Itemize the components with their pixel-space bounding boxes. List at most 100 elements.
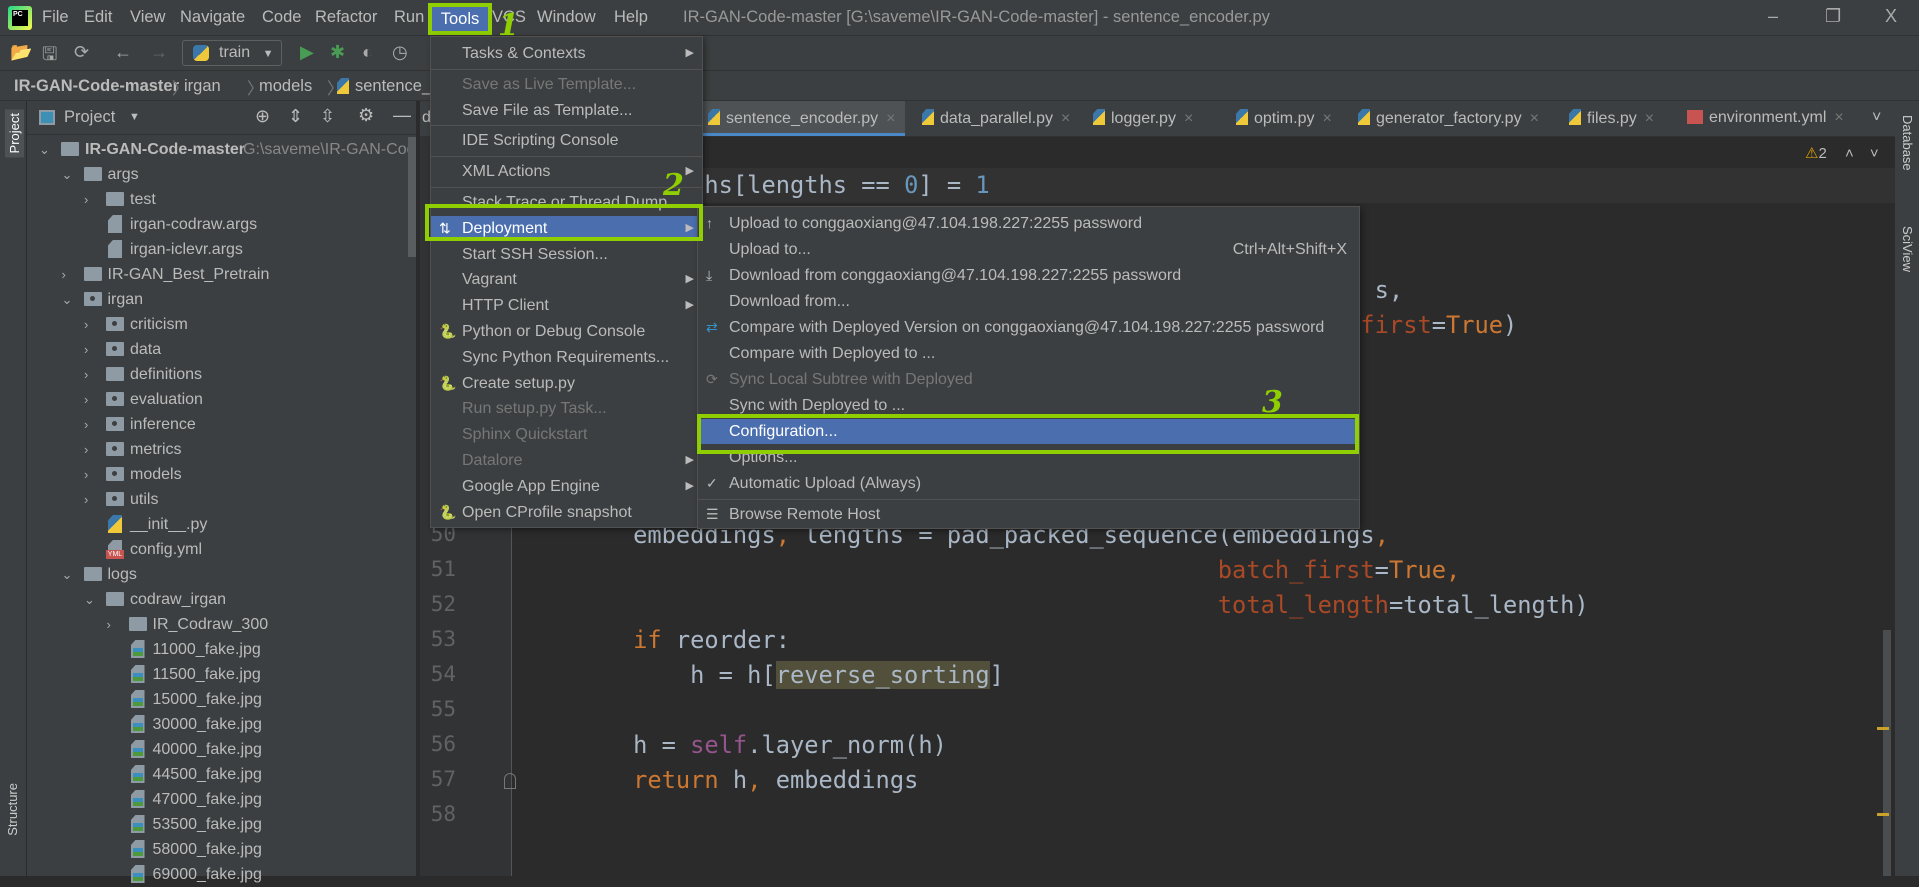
tree-item[interactable]: 30000_fake.jpg bbox=[27, 712, 408, 737]
close-tab-icon[interactable]: × bbox=[1184, 110, 1193, 127]
menu-item-automatic-upload-always[interactable]: ✓ Automatic Upload (Always) bbox=[698, 471, 1359, 496]
sync-icon[interactable]: ⟳ bbox=[74, 42, 89, 63]
expand-all-icon[interactable]: ⇕ bbox=[288, 106, 303, 127]
tree-item[interactable]: › criticism bbox=[27, 312, 408, 337]
close-tab-icon[interactable]: × bbox=[886, 110, 895, 127]
tree-item[interactable]: ⌄ irgan bbox=[27, 287, 408, 312]
next-highlight-icon[interactable]: ˅ bbox=[1870, 145, 1879, 162]
menu-item-vagrant[interactable]: Vagrant ▶ bbox=[431, 267, 702, 292]
menu-refactor[interactable]: Refactor bbox=[315, 8, 377, 27]
chevron-right-icon[interactable]: › bbox=[84, 412, 88, 437]
tree-item[interactable]: › definitions bbox=[27, 362, 408, 387]
run-configuration-dropdown[interactable]: train ▼ bbox=[182, 40, 282, 66]
tree-item[interactable]: YML config.yml bbox=[27, 537, 408, 562]
menu-item-download-from[interactable]: Download from... bbox=[698, 289, 1359, 314]
chevron-right-icon[interactable]: › bbox=[62, 262, 66, 287]
menu-code[interactable]: Code bbox=[262, 8, 301, 27]
code-line[interactable]: h = h[reverse_sorting] bbox=[519, 658, 1004, 693]
tab-environment-yml[interactable]: environment.yml × bbox=[1677, 101, 1854, 136]
menu-item-compare-with-deployed-version-on-conggaoxiang-47-104-198-227-2255-password[interactable]: ⇄ Compare with Deployed Version on congga… bbox=[698, 315, 1359, 340]
minimize-button[interactable]: – bbox=[1768, 6, 1778, 27]
menu-item-create-setup-py[interactable]: 🐍 Create setup.py bbox=[431, 371, 702, 396]
tab-sentence-encoder-py[interactable]: sentence_encoder.py × bbox=[698, 101, 906, 136]
chevron-right-icon[interactable]: › bbox=[84, 312, 88, 337]
database-tool-button[interactable]: Database bbox=[1900, 115, 1915, 171]
menu-item-sync-python-requirements[interactable]: Sync Python Requirements... bbox=[431, 345, 702, 370]
tree-item[interactable]: › models bbox=[27, 462, 408, 487]
tree-item[interactable]: › data bbox=[27, 337, 408, 362]
tree-item[interactable]: 11000_fake.jpg bbox=[27, 637, 408, 662]
tab-files-py[interactable]: files.py × bbox=[1559, 101, 1664, 136]
menu-window[interactable]: Window bbox=[537, 8, 596, 27]
menu-item-upload-to[interactable]: Upload to... Ctrl+Alt+Shift+X bbox=[698, 237, 1359, 262]
debug-icon[interactable]: ✱ bbox=[330, 42, 345, 63]
menu-edit[interactable]: Edit bbox=[84, 8, 112, 27]
chevron-right-icon[interactable]: › bbox=[84, 387, 88, 412]
locate-icon[interactable]: ⊕ bbox=[255, 106, 270, 127]
chevron-down-icon[interactable]: ⌄ bbox=[62, 562, 73, 587]
breadcrumb-item[interactable]: IR-GAN-Code-master bbox=[14, 77, 179, 96]
tree-item[interactable]: 15000_fake.jpg bbox=[27, 687, 408, 712]
tree-item[interactable]: › utils bbox=[27, 487, 408, 512]
menu-item-http-client[interactable]: HTTP Client ▶ bbox=[431, 293, 702, 318]
tree-item[interactable]: ⌄ logs bbox=[27, 562, 408, 587]
chevron-down-icon[interactable]: ⌄ bbox=[39, 137, 50, 162]
warning-marker[interactable] bbox=[1877, 813, 1889, 816]
warning-marker[interactable] bbox=[1877, 727, 1889, 730]
chevron-right-icon[interactable]: › bbox=[84, 362, 88, 387]
editor-scrollbar[interactable] bbox=[1883, 630, 1891, 876]
close-button[interactable]: X bbox=[1885, 6, 1897, 27]
tree-item[interactable]: › inference bbox=[27, 412, 408, 437]
close-tab-icon[interactable]: × bbox=[1322, 110, 1331, 127]
tree-item[interactable]: ⌄ IR-GAN-Code-master G:\saveme\IR-GAN-Cod bbox=[27, 137, 415, 162]
tree-item[interactable]: ⌄ args bbox=[27, 162, 408, 187]
panel-title[interactable]: Project bbox=[64, 108, 115, 127]
inspection-widget[interactable]: ⚠2 ˄ ˅ bbox=[1805, 144, 1879, 162]
menu-tools[interactable]: Tools bbox=[428, 3, 492, 35]
menu-item-download-from-conggaoxiang-47-104-198-227-2255-password[interactable]: ⤓ Download from conggaoxiang@47.104.198.2… bbox=[698, 263, 1359, 288]
back-icon[interactable]: ← bbox=[114, 42, 132, 63]
code-line[interactable]: return h, embeddings bbox=[519, 763, 918, 798]
structure-tool-button[interactable]: Structure bbox=[5, 783, 20, 836]
menu-item-compare-with-deployed-to[interactable]: Compare with Deployed to ... bbox=[698, 341, 1359, 366]
menu-item-python-or-debug-console[interactable]: 🐍 Python or Debug Console bbox=[431, 319, 702, 344]
forward-icon[interactable]: → bbox=[150, 42, 168, 63]
profile-icon[interactable]: ◷ bbox=[392, 42, 408, 63]
chevron-right-icon[interactable]: › bbox=[84, 187, 88, 212]
chevron-down-icon[interactable]: ⌄ bbox=[62, 287, 73, 312]
chevron-down-icon[interactable]: ⌄ bbox=[62, 162, 73, 187]
code-line[interactable]: batch_first=True, bbox=[519, 553, 1460, 588]
code-line[interactable]: total_length=total_length) bbox=[519, 588, 1589, 623]
menu-item-browse-remote-host[interactable]: ☰ Browse Remote Host bbox=[698, 502, 1359, 527]
tree-item[interactable]: 53500_fake.jpg bbox=[27, 812, 408, 837]
tree-item[interactable]: 44500_fake.jpg bbox=[27, 762, 408, 787]
menu-item-upload-to-conggaoxiang-47-104-198-227-2255-password[interactable]: ↑ Upload to conggaoxiang@47.104.198.227:2… bbox=[698, 211, 1359, 236]
prev-highlight-icon[interactable]: ˄ bbox=[1845, 145, 1854, 162]
breadcrumb-item[interactable]: irgan bbox=[184, 77, 221, 96]
menu-item-ide-scripting-console[interactable]: IDE Scripting Console bbox=[431, 128, 702, 153]
chevron-down-icon[interactable]: ⌄ bbox=[84, 587, 95, 612]
chevron-right-icon[interactable]: › bbox=[107, 612, 111, 637]
menu-item-start-ssh-session[interactable]: Start SSH Session... bbox=[431, 242, 702, 267]
chevron-right-icon[interactable]: › bbox=[84, 487, 88, 512]
menu-item-open-cprofile-snapshot[interactable]: 🐍 Open CProfile snapshot bbox=[431, 500, 702, 525]
hide-icon[interactable]: — bbox=[393, 105, 411, 126]
tree-item[interactable]: › IR_Codraw_300 bbox=[27, 612, 408, 637]
chevron-down-icon[interactable]: ▼ bbox=[129, 111, 140, 123]
menu-help[interactable]: Help bbox=[614, 8, 648, 27]
close-tab-icon[interactable]: × bbox=[1061, 110, 1070, 127]
breadcrumb-item[interactable]: models bbox=[259, 77, 312, 96]
coverage-icon[interactable]: ◐ bbox=[362, 42, 373, 63]
open-folder-icon[interactable]: 📂 bbox=[10, 42, 32, 63]
tree-item[interactable]: __init__.py bbox=[27, 512, 408, 537]
tab-optim-py[interactable]: optim.py × bbox=[1226, 101, 1342, 136]
chevron-right-icon[interactable]: › bbox=[84, 462, 88, 487]
tree-item[interactable]: › IR-GAN_Best_Pretrain bbox=[27, 262, 408, 287]
menu-item-google-app-engine[interactable]: Google App Engine ▶ bbox=[431, 474, 702, 499]
tab-data-parallel-py[interactable]: data_parallel.py × bbox=[912, 101, 1080, 136]
gear-icon[interactable]: ⚙ bbox=[358, 105, 374, 126]
tabs-overflow-chevron-icon[interactable]: ˅ bbox=[1872, 109, 1881, 127]
restore-button[interactable]: ❐ bbox=[1825, 6, 1841, 27]
sciview-tool-button[interactable]: SciView bbox=[1900, 226, 1915, 272]
tree-item[interactable]: 69000_fake.jpg bbox=[27, 862, 408, 887]
